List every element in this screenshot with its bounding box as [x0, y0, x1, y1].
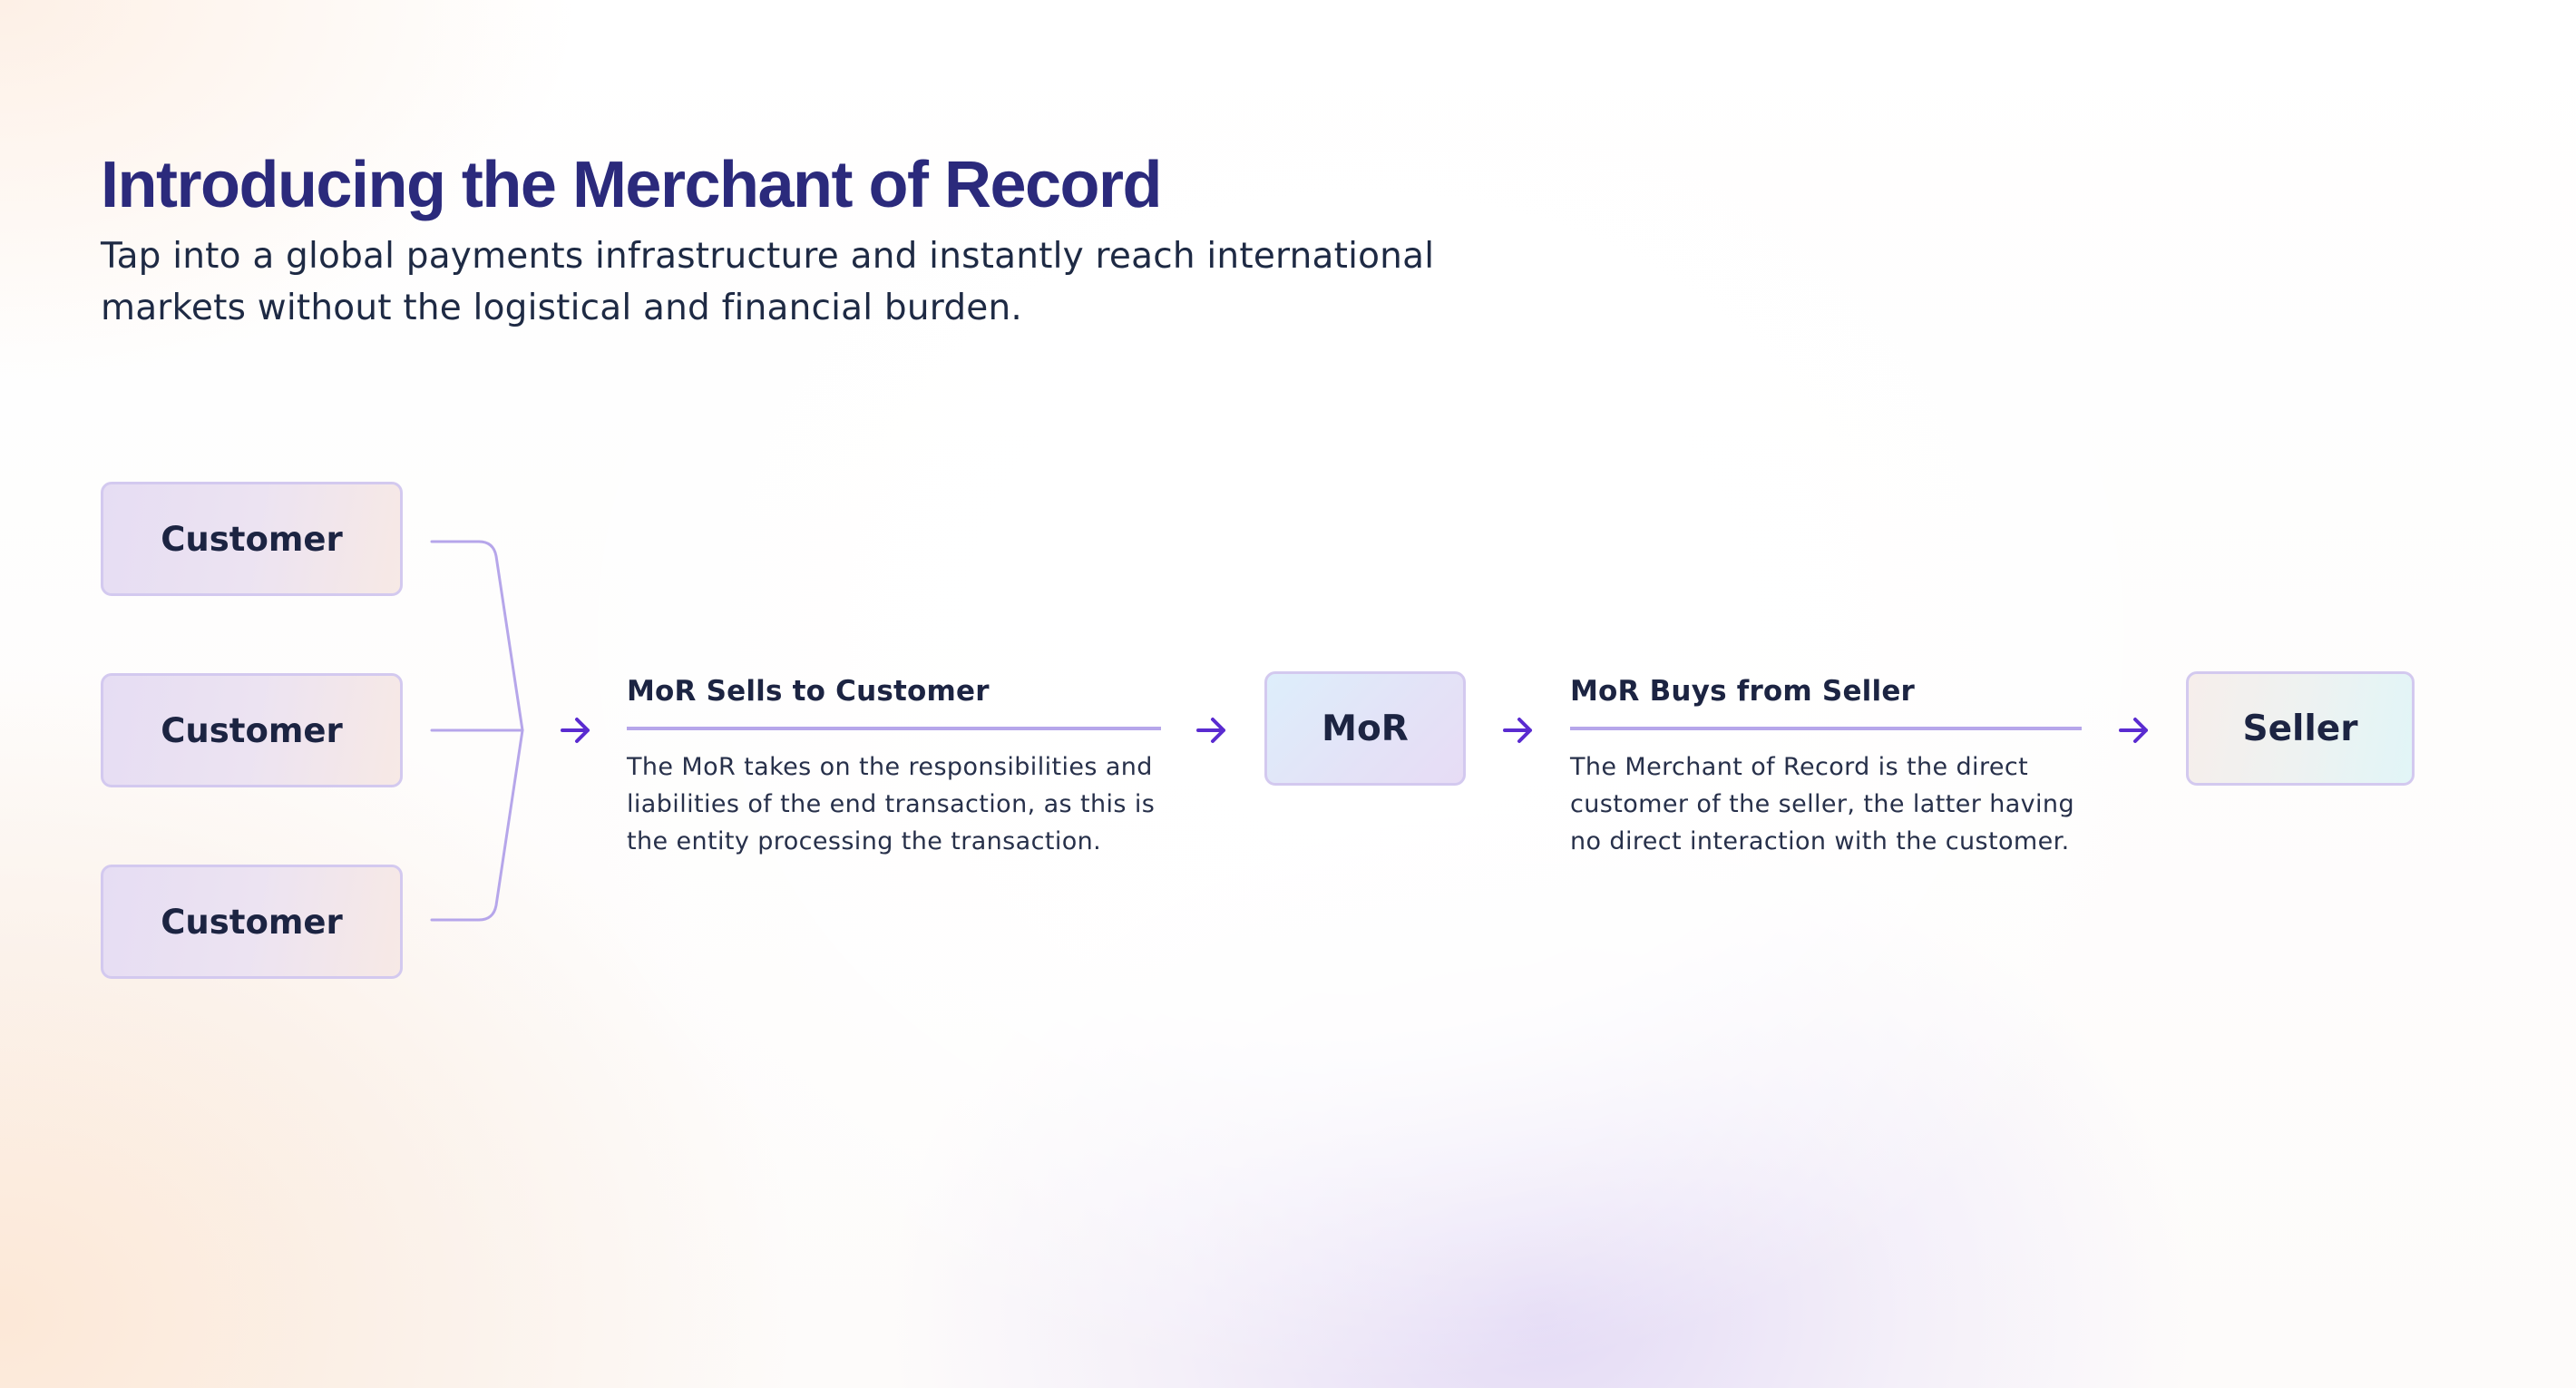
arrow-right-icon [1503, 718, 1532, 743]
page-title: Introducing the Merchant of Record [101, 149, 1163, 221]
customer-node: Customer [101, 673, 403, 787]
step-title: MoR Sells to Customer [627, 675, 990, 708]
step-divider [1570, 727, 2082, 730]
connector-top [430, 540, 524, 732]
connector-bottom [430, 728, 524, 922]
step-mor-sells-to-customer: MoR Sells to Customer The MoR takes on t… [627, 673, 1161, 860]
arrow-right-icon [2119, 718, 2148, 743]
step-title: MoR Buys from Seller [1570, 675, 1916, 708]
arrow-right-icon [561, 718, 590, 743]
mor-node: MoR [1264, 671, 1466, 786]
step-description: The MoR takes on the responsibilities an… [627, 753, 1156, 855]
arrow-right-icon [1196, 718, 1225, 743]
page-subtitle: Tap into a global payments infrastructur… [101, 236, 1435, 328]
seller-node: Seller [2186, 671, 2415, 786]
step-divider [627, 727, 1161, 730]
step-mor-buys-from-seller: MoR Buys from Seller The Merchant of Rec… [1570, 673, 2082, 860]
customer-node: Customer [101, 482, 403, 596]
step-description: The Merchant of Record is the direct cus… [1570, 753, 2074, 855]
header: Introducing the Merchant of Record Tap i… [101, 145, 1552, 334]
customer-node: Customer [101, 865, 403, 979]
